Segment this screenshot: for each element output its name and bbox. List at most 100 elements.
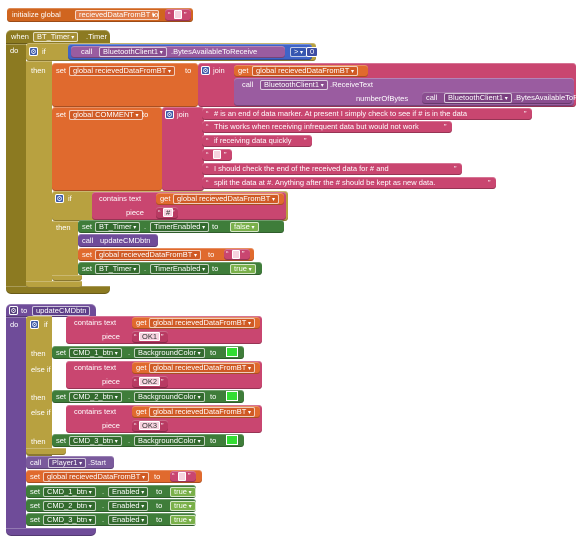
- comment-join-block[interactable]: ⚙ join: [162, 107, 204, 191]
- proc-name-field[interactable]: updateCMDbtn: [32, 306, 91, 316]
- timer-enabled-dropdown[interactable]: TimerEnabled: [150, 264, 210, 274]
- get-received-data-block[interactable]: get global recievedDataFromBT: [132, 406, 260, 418]
- comment-var-dropdown[interactable]: global COMMENT: [69, 110, 143, 120]
- set-cmd2-bg[interactable]: set CMD_2_btn . BackgroundColor to: [52, 390, 244, 403]
- comment-line-2[interactable]: This works when receiving infrequent dat…: [214, 122, 419, 132]
- set-cmd1-enabled[interactable]: set CMD_1_btn . Enabled to true: [26, 485, 196, 498]
- mutator-gear-icon[interactable]: ⚙: [55, 194, 64, 203]
- hash-string-block[interactable]: “ # ”: [156, 207, 178, 219]
- false-dropdown[interactable]: false: [230, 222, 259, 232]
- string-value[interactable]: [232, 250, 240, 259]
- bt-client-dropdown[interactable]: BluetoothClient1: [260, 80, 328, 90]
- if-gear-icon[interactable]: ⚙: [30, 320, 39, 329]
- comment-string-4[interactable]: “ ”: [202, 149, 232, 161]
- join-block[interactable]: ⚙ join get global recievedDataFromBT cal…: [198, 63, 584, 107]
- timer-component-dropdown[interactable]: BT_Timer: [95, 264, 141, 274]
- if-block-bytes[interactable]: ⚙ if call BluetoothClient1 .BytesAvailab…: [26, 43, 319, 61]
- join-gear-icon[interactable]: ⚙: [201, 66, 210, 75]
- cmd2-dropdown[interactable]: CMD_2_btn: [43, 501, 96, 511]
- get-var-dropdown[interactable]: global recievedDataFromBT: [252, 66, 359, 76]
- timer-enabled-dropdown[interactable]: TimerEnabled: [150, 222, 210, 232]
- piece-ok2[interactable]: OK2: [139, 377, 161, 386]
- compare-op-dropdown[interactable]: >: [290, 47, 308, 57]
- enabled-dropdown[interactable]: Enabled: [108, 487, 149, 497]
- cmd3-dropdown[interactable]: CMD_3_btn: [43, 515, 96, 525]
- comment-line-3[interactable]: if receiving data quickly: [214, 136, 292, 146]
- contains-text-block[interactable]: contains text get global recievedDataFro…: [92, 192, 286, 220]
- set-comment-block[interactable]: set global COMMENT to: [52, 107, 162, 191]
- timer-component-dropdown[interactable]: BT_Timer: [95, 222, 141, 232]
- get-var-dropdown[interactable]: global recievedDataFromBT: [149, 407, 256, 417]
- compare-block[interactable]: call BluetoothClient1 .BytesAvailableToR…: [68, 44, 319, 60]
- empty-string-block[interactable]: “ ”: [170, 471, 196, 482]
- player-dropdown[interactable]: Player1: [48, 458, 87, 468]
- comment-line-5[interactable]: I should check the end of the received d…: [214, 164, 389, 174]
- set-cmd2-enabled[interactable]: set CMD_2_btn . Enabled to true: [26, 499, 196, 512]
- bytes-available-call[interactable]: call BluetoothClient1 .BytesAvailableToR…: [71, 46, 285, 58]
- true-dropdown[interactable]: true: [170, 487, 196, 497]
- set-cmd1-bg[interactable]: set CMD_1_btn . BackgroundColor to: [52, 346, 244, 359]
- empty-string-block[interactable]: “ ”: [165, 9, 191, 21]
- comment-line-1[interactable]: # is an end of data marker. At present I…: [214, 109, 467, 119]
- bt-client-dropdown-2[interactable]: BluetoothClient1: [444, 93, 512, 103]
- receive-text-call[interactable]: call BluetoothClient1 .ReceiveText numbe…: [234, 78, 584, 106]
- string-value[interactable]: [178, 472, 186, 481]
- set-timer-enabled-false[interactable]: set BT_Timer . TimerEnabled to false: [78, 220, 284, 233]
- set-timer-enabled-true[interactable]: set BT_Timer . TimerEnabled to true: [78, 262, 262, 275]
- color-swatch[interactable]: [226, 391, 238, 401]
- proc-gear-icon[interactable]: ⚙: [9, 306, 18, 315]
- piece-ok1[interactable]: OK1: [139, 332, 161, 341]
- comment-line-6[interactable]: split the data at #. Anything after the …: [214, 178, 435, 188]
- true-dropdown[interactable]: true: [170, 501, 196, 511]
- set-var-dropdown[interactable]: global recievedDataFromBT: [69, 66, 176, 76]
- compare-value[interactable]: 0: [306, 47, 319, 57]
- color-swatch[interactable]: [226, 347, 238, 357]
- comment-string-6[interactable]: “ split the data at #. Anything after th…: [202, 177, 496, 189]
- piece-ok3[interactable]: OK3: [139, 421, 161, 430]
- join-gear-icon[interactable]: ⚙: [165, 110, 174, 119]
- timer-event-block[interactable]: when BT_Timer .Timer: [6, 30, 110, 44]
- color-swatch[interactable]: [226, 435, 238, 445]
- comment-string-2[interactable]: “ This works when receiving infrequent d…: [202, 121, 452, 133]
- bytes-available-call-2[interactable]: call BluetoothClient1 .BytesAvailableToR…: [422, 92, 584, 104]
- get-var-dropdown[interactable]: global recievedDataFromBT: [173, 194, 280, 204]
- bg-prop-dropdown[interactable]: BackgroundColor: [134, 392, 205, 402]
- initialize-global-block[interactable]: initialize global recievedDataFromBT to …: [7, 8, 193, 22]
- cmd1-dropdown[interactable]: CMD_1_btn: [43, 487, 96, 497]
- get-var-dropdown[interactable]: global recievedDataFromBT: [149, 318, 256, 328]
- get-received-data-block[interactable]: get global recievedDataFromBT: [132, 317, 260, 329]
- init-varname-dropdown[interactable]: recievedDataFromBT: [75, 10, 159, 20]
- true-dropdown[interactable]: true: [170, 515, 196, 525]
- comment-line-4[interactable]: [213, 150, 221, 159]
- set-received-data-empty[interactable]: set global recievedDataFromBT to “ ”: [78, 248, 254, 261]
- string-value[interactable]: [174, 10, 182, 19]
- set-var-dropdown[interactable]: global recievedDataFromBT: [95, 250, 202, 260]
- cmd3-dropdown[interactable]: CMD_3_btn: [69, 436, 122, 446]
- timer-component-dropdown[interactable]: BT_Timer: [33, 32, 79, 42]
- get-var-dropdown[interactable]: global recievedDataFromBT: [149, 363, 256, 373]
- ok2-string[interactable]: “ OK2 ”: [132, 376, 168, 388]
- call-update-cmd-btn[interactable]: call updateCMDbtn: [78, 234, 158, 247]
- get-received-data-block[interactable]: get global recievedDataFromBT: [132, 362, 260, 374]
- comment-string-3[interactable]: “ if receiving data quickly ”: [202, 135, 312, 147]
- enabled-dropdown[interactable]: Enabled: [108, 501, 149, 511]
- set-var-dropdown[interactable]: global recievedDataFromBT: [43, 472, 150, 482]
- ok1-string[interactable]: “ OK1 ”: [132, 331, 168, 343]
- if-else-chain[interactable]: [26, 316, 52, 456]
- contains-ok1-block[interactable]: contains text get global recievedDataFro…: [66, 316, 262, 344]
- ok3-string[interactable]: “ OK3 ”: [132, 420, 168, 432]
- comment-string-1[interactable]: “ # is an end of data marker. At present…: [202, 108, 532, 120]
- set-received-data-empty-2[interactable]: set global recievedDataFromBT to “ ”: [26, 470, 202, 483]
- cmd1-dropdown[interactable]: CMD_1_btn: [69, 348, 122, 358]
- comment-string-5[interactable]: “ I should check the end of the received…: [202, 163, 462, 175]
- call-player-start[interactable]: call Player1 .Start: [26, 456, 114, 469]
- bt-client-dropdown[interactable]: BluetoothClient1: [99, 47, 167, 57]
- get-received-data-block[interactable]: get global recievedDataFromBT: [234, 65, 368, 77]
- cmd2-dropdown[interactable]: CMD_2_btn: [69, 392, 122, 402]
- mutator-gear-icon[interactable]: ⚙: [29, 47, 38, 56]
- bg-prop-dropdown[interactable]: BackgroundColor: [134, 348, 205, 358]
- empty-string-block[interactable]: “ ”: [224, 249, 250, 260]
- set-cmd3-bg[interactable]: set CMD_3_btn . BackgroundColor to: [52, 434, 244, 447]
- enabled-dropdown[interactable]: Enabled: [108, 515, 149, 525]
- bg-prop-dropdown[interactable]: BackgroundColor: [134, 436, 205, 446]
